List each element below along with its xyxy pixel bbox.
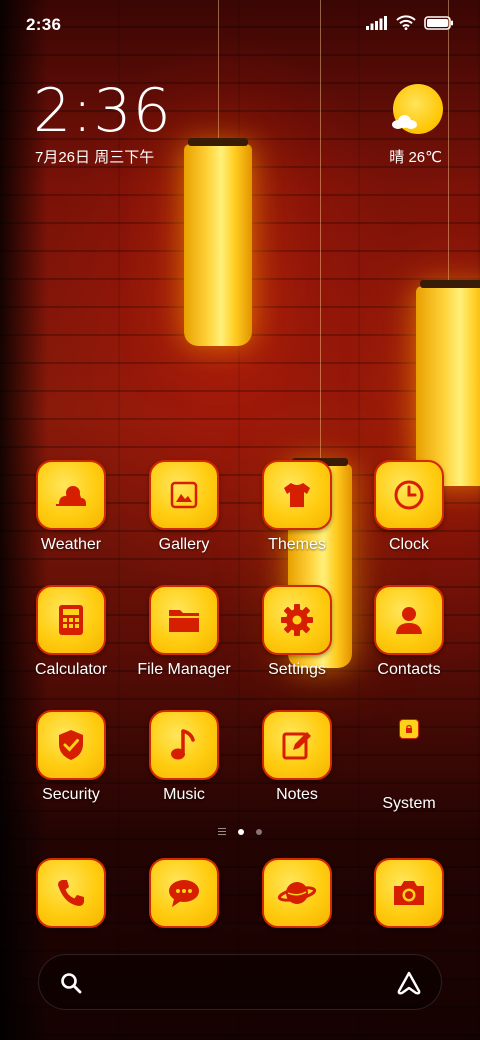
status-bar: 2:36 <box>0 0 480 50</box>
music-note-icon[interactable] <box>149 710 219 780</box>
folder-icon[interactable] <box>149 585 219 655</box>
app-label: Clock <box>388 536 429 553</box>
app-label: Music <box>163 786 205 803</box>
app-weather[interactable]: Weather <box>11 460 131 554</box>
search-bar[interactable] <box>38 954 442 1010</box>
shield-check-icon[interactable] <box>36 710 106 780</box>
gallery-icon[interactable] <box>149 460 219 530</box>
person-icon[interactable] <box>374 585 444 655</box>
app-gallery[interactable]: Gallery <box>124 460 244 554</box>
browser-planet-icon[interactable] <box>262 858 332 928</box>
app-clock[interactable]: Clock <box>349 460 469 554</box>
app-system-folder[interactable]: System <box>349 710 469 813</box>
page-dot[interactable] <box>256 828 262 835</box>
app-label: File Manager <box>137 661 231 678</box>
dock-messages[interactable] <box>124 858 244 928</box>
clock-icon[interactable] <box>374 460 444 530</box>
dock-phone[interactable] <box>11 858 131 928</box>
app-label: System <box>382 795 436 812</box>
status-time: 2:36 <box>26 15 62 34</box>
app-notes[interactable]: Notes <box>237 710 357 804</box>
weather-icon[interactable] <box>36 460 106 530</box>
wifi-icon <box>396 15 416 30</box>
app-music[interactable]: Music <box>124 710 244 804</box>
page-indicator[interactable] <box>0 828 480 835</box>
app-label: Gallery <box>158 536 210 553</box>
page-dot-active[interactable] <box>238 828 244 835</box>
assistant-icon[interactable] <box>395 970 423 996</box>
app-label: Contacts <box>377 661 441 678</box>
app-settings[interactable]: Settings <box>237 585 357 679</box>
message-icon[interactable] <box>149 858 219 928</box>
cloud-icon <box>392 115 418 129</box>
notes-pencil-icon[interactable] <box>262 710 332 780</box>
tshirt-icon[interactable] <box>262 460 332 530</box>
signal-icon <box>366 15 387 30</box>
widget-clock[interactable]: 2:36 <box>33 76 172 146</box>
list-view-icon[interactable] <box>218 828 226 835</box>
battery-icon <box>424 15 453 30</box>
lamp-wire <box>320 0 321 460</box>
dock-browser[interactable] <box>237 858 357 928</box>
dock-camera[interactable] <box>349 858 469 928</box>
system-folder-icon[interactable] <box>374 719 444 789</box>
app-label: Themes <box>268 536 326 553</box>
app-label: Weather <box>40 536 102 553</box>
app-label: Calculator <box>34 661 108 678</box>
app-label: Security <box>42 786 100 803</box>
folder-mini-icon <box>399 719 419 739</box>
app-label: Settings <box>268 661 326 678</box>
app-security[interactable]: Security <box>11 710 131 804</box>
pendant-lamp <box>184 138 252 346</box>
app-label: Notes <box>276 786 318 803</box>
app-calculator[interactable]: Calculator <box>11 585 131 679</box>
phone-icon[interactable] <box>36 858 106 928</box>
app-file-manager[interactable]: File Manager <box>124 585 244 679</box>
camera-icon[interactable] <box>374 858 444 928</box>
pendant-lamp <box>416 280 480 486</box>
search-icon[interactable] <box>59 971 83 995</box>
widget-date[interactable]: 7月26日 周三下午 <box>35 146 154 167</box>
widget-weather[interactable]: 晴 26℃ <box>389 146 442 167</box>
app-contacts[interactable]: Contacts <box>349 585 469 679</box>
status-icons <box>366 15 454 30</box>
app-themes[interactable]: Themes <box>237 460 357 554</box>
gear-icon[interactable] <box>262 585 332 655</box>
calculator-icon[interactable] <box>36 585 106 655</box>
